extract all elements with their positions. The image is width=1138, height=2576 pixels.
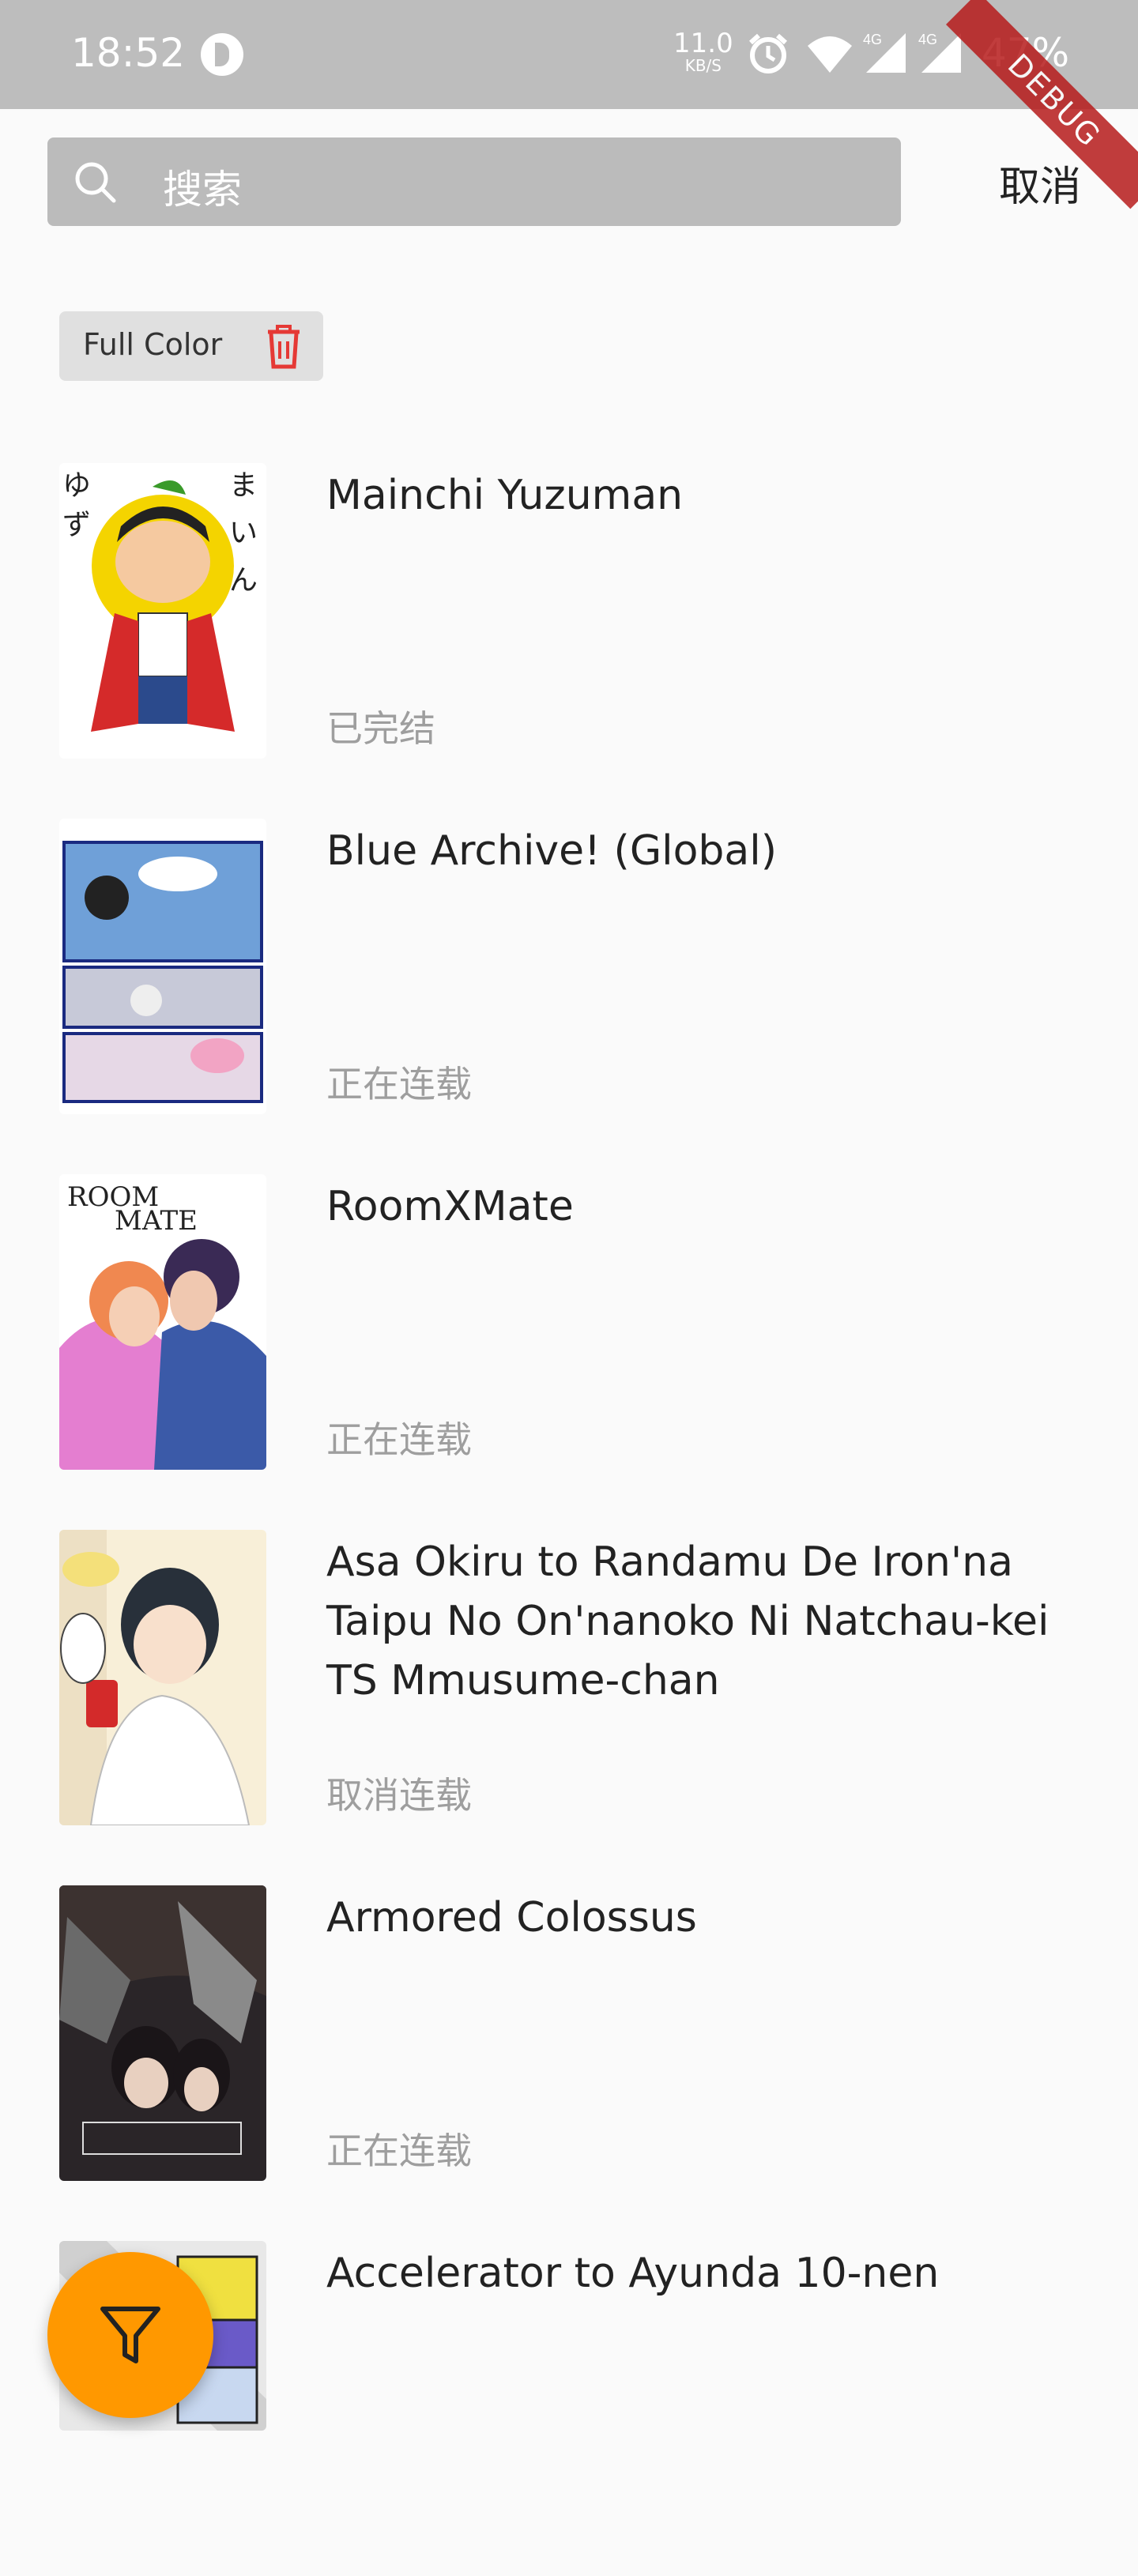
- filter-icon: [100, 2307, 160, 2363]
- svg-text:ず: ず: [62, 509, 91, 541]
- comic-cover: ゆ ず ま い ん: [59, 463, 266, 759]
- comic-status: 正在连载: [326, 1418, 472, 1461]
- comic-item[interactable]: Asa Okiru to Randamu De Iron'na Taipu No…: [0, 1509, 1138, 1865]
- svg-text:4G: 4G: [918, 32, 937, 47]
- alarm-icon: [746, 32, 790, 79]
- comic-item[interactable]: ROOM MATE RoomXMate 正在连载: [0, 1154, 1138, 1509]
- comic-cover: ROOM MATE: [59, 1174, 266, 1470]
- network-speed: 11.0 KB/S: [673, 28, 733, 75]
- app-notification-icon: [201, 33, 243, 76]
- comic-item[interactable]: Armored Colossus 正在连载: [0, 1865, 1138, 2220]
- svg-text:ま: ま: [229, 469, 258, 502]
- comic-status: 已完结: [326, 707, 435, 750]
- status-time: 18:52: [71, 30, 186, 76]
- filter-chip-full-color[interactable]: Full Color: [59, 311, 323, 381]
- search-placeholder: 搜索: [163, 167, 242, 213]
- trash-icon[interactable]: [262, 322, 306, 373]
- svg-text:4G: 4G: [863, 32, 882, 47]
- comic-item[interactable]: Blue Archive! (Global) 正在连载: [0, 798, 1138, 1154]
- signal-4g-icon: 4G: [863, 32, 912, 79]
- comic-title: Armored Colossus: [326, 1894, 697, 1941]
- svg-text:MATE: MATE: [115, 1205, 198, 1237]
- comic-cover: [59, 1885, 266, 2181]
- search-input[interactable]: 搜索: [47, 137, 901, 226]
- comic-cover: [59, 819, 266, 1114]
- comic-status: 正在连载: [326, 1063, 472, 1105]
- comic-item[interactable]: ゆ ず ま い ん Mainchi Yuzuman 已完结: [0, 443, 1138, 798]
- search-icon: [73, 160, 119, 209]
- comic-title: Mainchi Yuzuman: [326, 472, 684, 519]
- svg-text:い: い: [229, 517, 258, 549]
- wifi-icon: [806, 32, 854, 79]
- svg-text:ん: ん: [229, 564, 258, 597]
- comic-title: Blue Archive! (Global): [326, 827, 777, 875]
- svg-text:ゆ: ゆ: [62, 469, 91, 502]
- comic-status: 取消连载: [326, 1774, 472, 1817]
- comic-title: Asa Okiru to Randamu De Iron'na Taipu No…: [326, 1538, 1049, 1704]
- search-header: 搜索 取消: [0, 109, 1138, 243]
- comic-cover: [59, 1530, 266, 1825]
- comic-title: Accelerator to Ayunda 10-nen: [326, 2250, 940, 2297]
- filter-fab-button[interactable]: [47, 2252, 213, 2418]
- filter-chip-label: Full Color: [83, 327, 223, 362]
- comic-title: RoomXMate: [326, 1183, 574, 1230]
- cancel-button[interactable]: 取消: [999, 153, 1081, 213]
- comic-status: 正在连载: [326, 2130, 472, 2172]
